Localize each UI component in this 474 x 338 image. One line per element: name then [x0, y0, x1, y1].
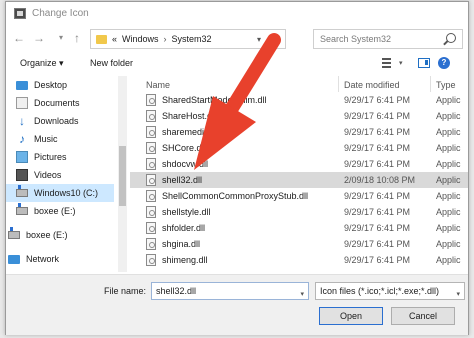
address-dropdown-icon[interactable]: ▾ [257, 35, 261, 44]
nav-item-downloads[interactable]: ↓ Downloads [16, 112, 79, 130]
nav-scroll-thumb[interactable] [119, 146, 126, 206]
table-row[interactable]: shdocvw.dll 9/29/17 6:41 PM Applic [130, 156, 468, 172]
pictures-icon [16, 151, 28, 163]
view-options-icon[interactable] [382, 58, 394, 68]
column-divider[interactable] [430, 76, 431, 92]
file-name-dropdown-icon[interactable]: ▾ [300, 287, 304, 303]
up-arrow-icon[interactable]: ↑ [70, 31, 84, 45]
search-placeholder: Search System32 [320, 34, 392, 44]
table-row[interactable]: ShareHost.dll 9/29/17 6:41 PM Applic [130, 108, 468, 124]
table-row[interactable]: ShellCommonCommonProxyStub.dll 9/29/17 6:… [130, 188, 468, 204]
table-row[interactable]: sharemediacpl.dll 9/29/17 6:41 PM Applic [130, 124, 468, 140]
navigation-pane: Desktop Documents ↓ Downloads ♪ Music Pict… [6, 76, 116, 272]
breadcrumb-system32[interactable]: System32 [172, 34, 212, 44]
search-icon [446, 33, 456, 43]
toolbar: Organize ▾ New folder ▾ ? [6, 54, 468, 74]
table-row-selected[interactable]: shell32.dll 2/09/18 10:08 PM Applic [130, 172, 468, 188]
nav-item-windows10-c[interactable]: Windows10 (C:) [6, 184, 114, 202]
column-divider[interactable] [338, 76, 339, 92]
file-type-dropdown-icon[interactable]: ▾ [456, 287, 460, 303]
table-row[interactable]: SHCore.dll 9/29/17 6:41 PM Applic [130, 140, 468, 156]
nav-item-music[interactable]: ♪ Music [16, 130, 58, 148]
nav-item-boxee-e-root[interactable]: boxee (E:) [8, 226, 68, 244]
open-button[interactable]: Open [319, 307, 383, 325]
new-folder-button[interactable]: New folder [90, 58, 133, 68]
cancel-button[interactable]: Cancel [391, 307, 455, 325]
refresh-icon[interactable]: ↻ [270, 33, 279, 46]
dll-file-icon [146, 94, 156, 106]
nav-item-boxee-e[interactable]: boxee (E:) [16, 202, 76, 220]
nav-item-network[interactable]: Network [8, 250, 59, 268]
drive-icon [16, 185, 28, 197]
desktop-icon [16, 80, 28, 90]
network-icon [8, 254, 20, 264]
view-dropdown-icon[interactable]: ▾ [399, 59, 403, 67]
dll-file-icon [146, 222, 156, 234]
dll-file-icon [146, 158, 156, 170]
music-icon: ♪ [19, 132, 25, 146]
file-name-label: File name: [104, 286, 147, 296]
nav-item-videos[interactable]: Videos [16, 166, 61, 184]
organize-button[interactable]: Organize ▾ [20, 58, 64, 69]
dll-file-icon [146, 110, 156, 122]
file-name-value: shell32.dll [156, 286, 197, 296]
nav-item-documents[interactable]: Documents [16, 94, 80, 112]
title-bar: Change Icon [6, 2, 468, 24]
file-list: Name Date modified Type SharedStartModel… [130, 76, 468, 272]
dll-file-icon [146, 126, 156, 138]
table-row[interactable]: shellstyle.dll 9/29/17 6:41 PM Applic [130, 204, 468, 220]
dialog-footer: File name: shell32.dll ▾ Icon files (*.i… [6, 274, 468, 335]
drive-icon [8, 227, 20, 239]
nav-item-pictures[interactable]: Pictures [16, 148, 67, 166]
videos-icon [16, 169, 28, 181]
app-icon [14, 7, 26, 19]
breadcrumb-windows[interactable]: Windows [122, 34, 159, 44]
address-prefix: « [112, 34, 118, 44]
table-row[interactable]: SharedStartModelShim.dll 9/29/17 6:41 PM A… [130, 92, 468, 108]
dll-file-icon [146, 142, 156, 154]
search-input[interactable]: Search System32 [313, 29, 463, 49]
address-row: ← → ▾ ↑ « Windows › System32 ▾ ↻ Search … [6, 26, 468, 52]
drive-icon [16, 203, 28, 215]
dll-file-icon [146, 254, 156, 266]
folder-icon [96, 34, 107, 44]
table-row[interactable]: shfolder.dll 9/29/17 6:41 PM Applic [130, 220, 468, 236]
preview-pane-icon[interactable] [418, 58, 430, 68]
documents-icon [16, 97, 28, 109]
back-arrow-icon[interactable]: ← [12, 31, 26, 45]
dll-file-icon [146, 190, 156, 202]
forward-arrow-icon[interactable]: → [32, 31, 46, 45]
file-name-input[interactable]: shell32.dll ▾ [151, 282, 309, 300]
nav-item-desktop[interactable]: Desktop [16, 76, 67, 94]
table-row[interactable]: shimeng.dll 9/29/17 6:41 PM Applic [130, 252, 468, 268]
dll-file-icon [146, 238, 156, 250]
download-icon: ↓ [19, 114, 25, 128]
table-row[interactable]: shgina.dll 9/29/17 6:41 PM Applic [130, 236, 468, 252]
address-bar[interactable]: « Windows › System32 ▾ ↻ [90, 29, 286, 49]
dll-file-icon [146, 206, 156, 218]
file-type-select[interactable]: Icon files (*.ico;*.icl;*.exe;*.dll) ▾ [315, 282, 465, 300]
file-type-value: Icon files (*.ico;*.icl;*.exe;*.dll) [320, 286, 440, 296]
nav-scrollbar[interactable] [118, 76, 127, 272]
help-icon[interactable]: ? [438, 57, 450, 69]
breadcrumb-separator-icon: › [163, 34, 167, 44]
recent-dropdown-icon[interactable]: ▾ [54, 31, 68, 45]
dll-file-icon [146, 174, 156, 186]
window-title: Change Icon [32, 7, 89, 19]
change-icon-dialog: Change Icon ← → ▾ ↑ « Windows › System32… [5, 1, 469, 335]
